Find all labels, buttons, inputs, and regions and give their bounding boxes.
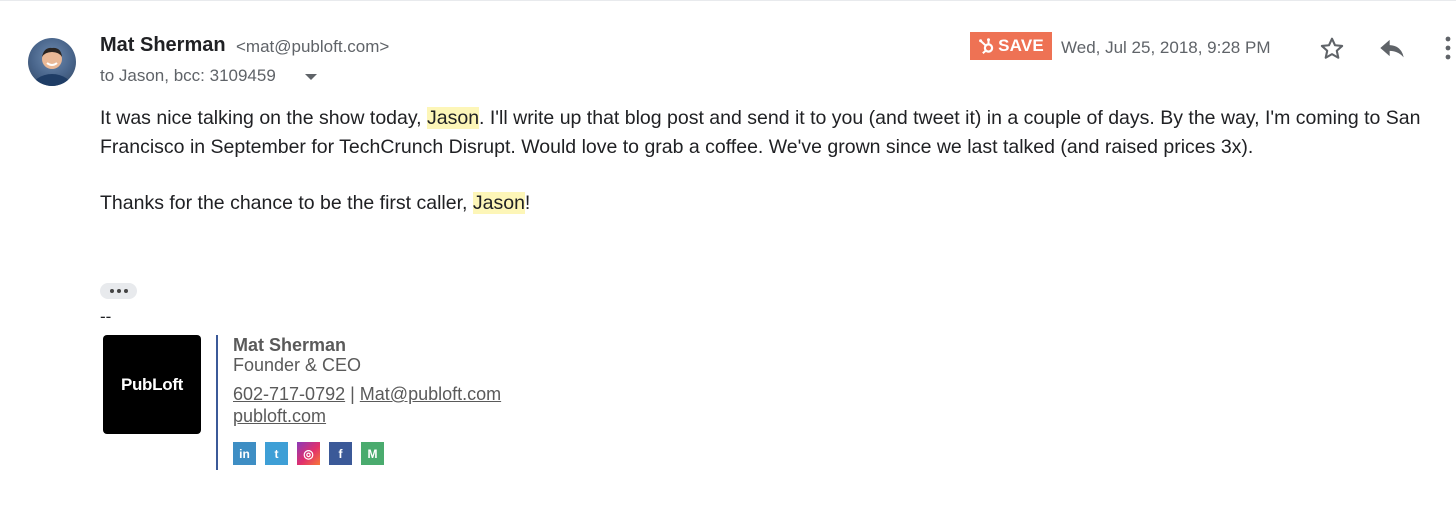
star-icon[interactable] bbox=[1318, 35, 1346, 63]
instagram-glyph: ◎ bbox=[303, 446, 314, 461]
phone-link[interactable]: 602-717-0792 bbox=[233, 384, 345, 404]
recipient-details-dropdown-icon[interactable] bbox=[305, 74, 317, 80]
top-divider bbox=[0, 0, 1456, 1]
recipients-line: to Jason, bcc: 3109459 bbox=[100, 66, 276, 85]
message-paragraph-1: It was nice talking on the show today, J… bbox=[100, 104, 1440, 162]
logo-text: PubLoft bbox=[120, 374, 184, 394]
signature-divider bbox=[216, 335, 218, 470]
highlighted-name: Jason bbox=[472, 192, 525, 214]
save-button-label: SAVE bbox=[998, 36, 1044, 55]
medium-glyph: M bbox=[367, 446, 378, 461]
facebook-glyph: f bbox=[338, 446, 343, 461]
ellipsis-dot bbox=[109, 289, 114, 293]
message-paragraph-2: Thanks for the chance to be the first ca… bbox=[100, 189, 530, 218]
twitter-glyph: t bbox=[274, 446, 279, 461]
sender-name[interactable]: Mat Sherman bbox=[100, 34, 226, 57]
highlighted-name: Jason bbox=[427, 107, 480, 129]
paragraph-2-text-b: ! bbox=[524, 192, 531, 214]
signature-name: Mat Sherman bbox=[233, 335, 347, 355]
linkedin-glyph: in bbox=[239, 446, 250, 461]
sender-avatar[interactable] bbox=[28, 38, 76, 86]
signature-contact-line: 602-717-0792 | Mat@publoft.com bbox=[233, 384, 501, 405]
publoft-logo[interactable]: PubLoft bbox=[103, 335, 201, 434]
ellipsis-dot bbox=[116, 289, 121, 293]
sender-email: <mat@publoft.com> bbox=[236, 37, 390, 56]
hubspot-save-button[interactable]: SAVE bbox=[970, 32, 1052, 60]
paragraph-1-text-a: It was nice talking on the show today, bbox=[100, 107, 427, 129]
email-date: Wed, Jul 25, 2018, 9:28 PM bbox=[1061, 38, 1271, 57]
paragraph-2-text-a: Thanks for the chance to be the first ca… bbox=[100, 192, 473, 214]
more-options-icon[interactable] bbox=[1444, 34, 1452, 62]
hubspot-sprocket-icon bbox=[979, 38, 994, 54]
show-trimmed-content-button[interactable] bbox=[100, 283, 137, 299]
ellipsis-dot bbox=[123, 289, 128, 293]
twitter-icon[interactable]: t bbox=[265, 442, 288, 465]
facebook-icon[interactable]: f bbox=[329, 442, 352, 465]
instagram-icon[interactable]: ◎ bbox=[297, 442, 320, 465]
website-link[interactable]: publoft.com bbox=[233, 406, 326, 427]
signature-title: Founder & CEO bbox=[233, 355, 362, 375]
reply-icon[interactable] bbox=[1378, 36, 1406, 60]
signature-separator: -- bbox=[100, 307, 112, 326]
email-link[interactable]: Mat@publoft.com bbox=[360, 384, 501, 404]
medium-icon[interactable]: M bbox=[361, 442, 384, 465]
linkedin-icon[interactable]: in bbox=[233, 442, 256, 465]
contact-separator: | bbox=[345, 384, 360, 404]
avatar-photo-icon bbox=[32, 47, 72, 86]
